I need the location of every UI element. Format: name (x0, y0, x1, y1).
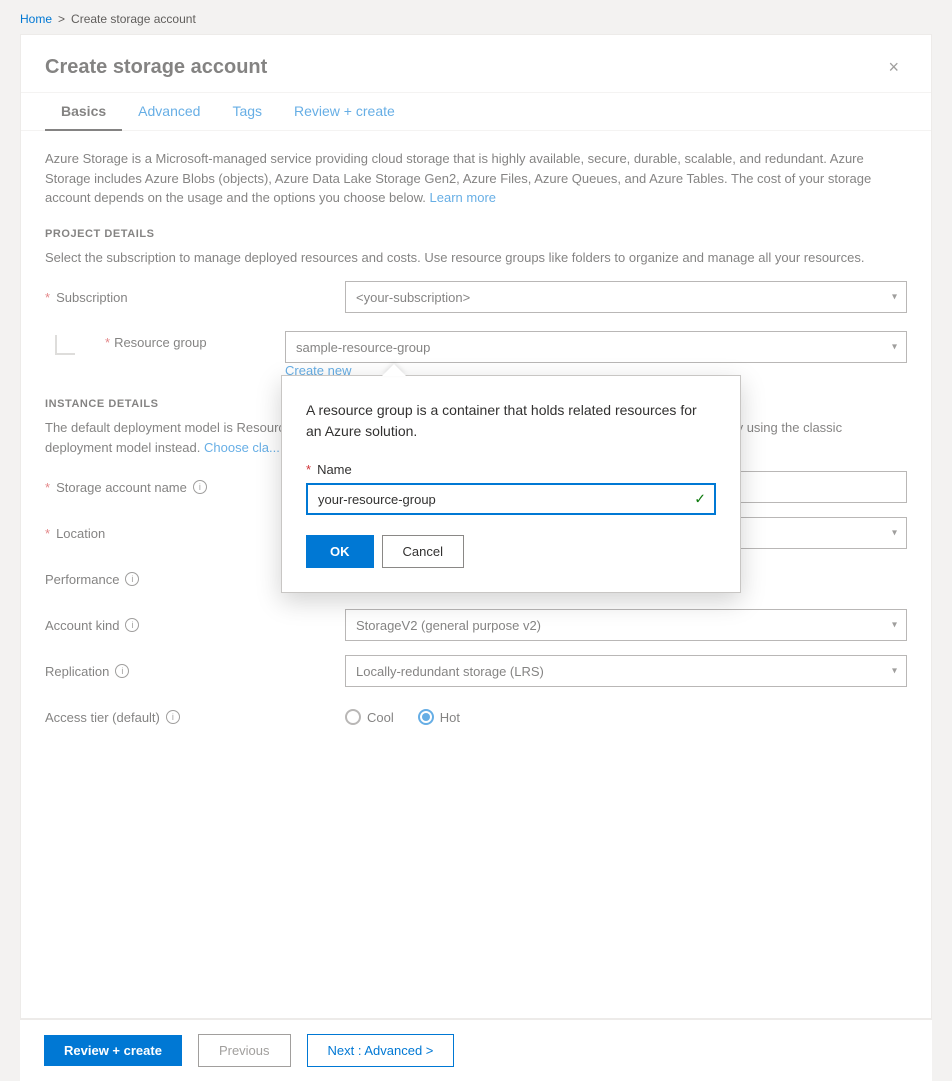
checkmark-icon: ✓ (694, 491, 706, 508)
modal-name-label: * Name (306, 462, 716, 477)
previous-button[interactable]: Previous (198, 1034, 291, 1067)
modal-arrow (382, 364, 406, 376)
next-button[interactable]: Next : Advanced > (307, 1034, 455, 1067)
modal-name-star: * (306, 462, 311, 477)
breadcrumb-current: Create storage account (71, 12, 196, 26)
modal-ok-button[interactable]: OK (306, 535, 374, 568)
review-create-button[interactable]: Review + create (44, 1035, 182, 1066)
modal-input-wrapper: ✓ (306, 483, 716, 515)
breadcrumb-separator: > (58, 12, 65, 26)
breadcrumb-home[interactable]: Home (20, 12, 52, 26)
modal-buttons: OK Cancel (306, 535, 716, 568)
modal-description: A resource group is a container that hol… (306, 400, 716, 442)
footer: Review + create Previous Next : Advanced… (20, 1019, 932, 1081)
modal-cancel-button[interactable]: Cancel (382, 535, 464, 568)
breadcrumb: Home > Create storage account (0, 0, 952, 34)
resource-group-modal: A resource group is a container that hol… (281, 375, 741, 593)
resource-group-name-input[interactable] (306, 483, 716, 515)
main-panel: Create storage account × Basics Advanced… (20, 34, 932, 1019)
